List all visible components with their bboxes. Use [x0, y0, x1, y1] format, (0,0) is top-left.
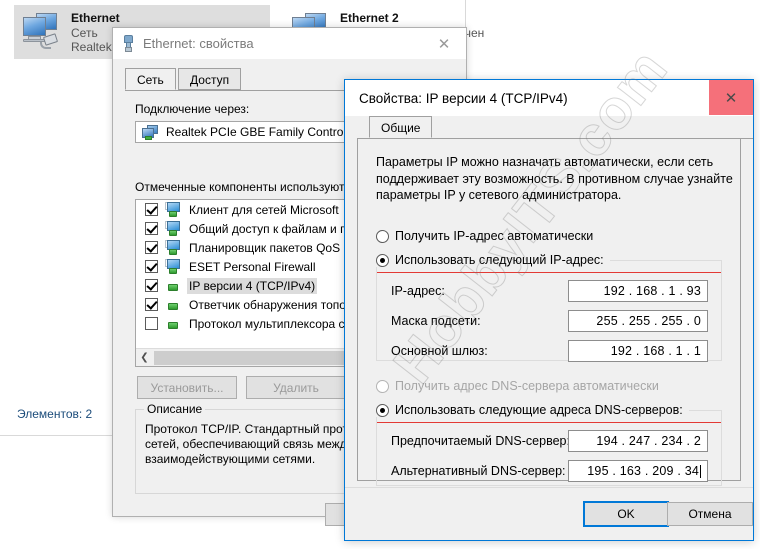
default-gateway-label: Основной шлюз: [391, 344, 488, 358]
preferred-dns-input[interactable]: 194 . 247 . 234 . 2 [568, 430, 708, 452]
items-count-status: Элементов: 2 [17, 407, 92, 421]
radio-indicator[interactable] [376, 254, 389, 267]
component-checkbox[interactable] [145, 260, 158, 273]
radio-obtain-dns-automatically[interactable]: Получить адрес DNS-сервера автоматически [376, 379, 659, 393]
ip-address-label: IP-адрес: [391, 284, 445, 298]
ip-section-highlight [377, 272, 721, 273]
adapter-icon [142, 125, 160, 140]
protocol-icon [165, 297, 182, 312]
network-client-icon [165, 202, 182, 217]
dns-section-highlight [377, 422, 721, 423]
radio-label: Использовать следующие адреса DNS-сервер… [395, 403, 683, 417]
component-checkbox[interactable] [145, 298, 158, 311]
firewall-icon [165, 259, 182, 274]
radio-indicator[interactable] [376, 230, 389, 243]
adapter-name-value: Realtek PCIe GBE Family Controller [166, 125, 359, 139]
ipv4-properties-dialog: Свойства: IP версии 4 (TCP/IPv4) ✕ Общие… [344, 79, 754, 541]
network-connection-icon [123, 35, 134, 52]
component-label: Клиент для сетей Microsoft [187, 202, 341, 218]
intro-line: поддерживает эту возможность. В противно… [376, 171, 733, 188]
component-label: ESET Personal Firewall [187, 259, 318, 275]
ethernet-dialog-title: Ethernet: свойства [143, 36, 254, 51]
adapter-name: Ethernet [71, 11, 248, 26]
component-label: Планировщик пакетов QoS [187, 240, 342, 256]
component-checkbox[interactable] [145, 279, 158, 292]
intro-line: Параметры IP можно назначать автоматичес… [376, 154, 733, 171]
component-checkbox[interactable] [145, 317, 158, 330]
close-icon[interactable]: ✕ [422, 28, 466, 59]
ok-button[interactable]: OK [583, 501, 669, 527]
adapter-name: Ethernet 2 [340, 11, 484, 26]
protocol-icon [165, 316, 182, 331]
radio-use-following-ip[interactable]: Использовать следующий IP-адрес: [376, 253, 610, 267]
install-button[interactable]: Установить... [137, 376, 237, 399]
subnet-mask-input[interactable]: 255 . 255 . 255 . 0 [568, 310, 708, 332]
tab-sharing[interactable]: Доступ [178, 68, 241, 90]
default-gateway-input[interactable]: 192 . 168 . 1 . 1 [568, 340, 708, 362]
protocol-icon [165, 278, 182, 293]
ip-address-input[interactable]: 192 . 168 . 1 . 93 [568, 280, 708, 302]
radio-use-following-dns[interactable]: Использовать следующие адреса DNS-сервер… [376, 403, 689, 417]
radio-label: Получить IP-адрес автоматически [395, 229, 593, 243]
uninstall-button[interactable]: Удалить [246, 376, 346, 399]
intro-line: параметры IP у сетевого администратора. [376, 187, 733, 204]
component-checkbox[interactable] [145, 241, 158, 254]
description-title: Описание [144, 402, 205, 416]
radio-obtain-ip-automatically[interactable]: Получить IP-адрес автоматически [376, 229, 593, 243]
alternate-dns-input[interactable]: 195 . 163 . 209 . 34 [568, 460, 708, 482]
component-label: IP версии 4 (TCP/IPv4) [187, 278, 317, 294]
ipv4-general-pane: Параметры IP можно назначать автоматичес… [357, 138, 741, 481]
network-adapter-icon [19, 10, 65, 52]
ipv4-dialog-title: Свойства: IP версии 4 (TCP/IPv4) [359, 91, 568, 106]
tab-general[interactable]: Общие [369, 116, 432, 138]
ethernet-dialog-titlebar[interactable]: Ethernet: свойства ✕ [113, 28, 466, 59]
tab-network[interactable]: Сеть [125, 68, 176, 90]
components-caption: Отмеченные компоненты используются эт [135, 180, 372, 194]
radio-indicator[interactable] [376, 404, 389, 417]
ipv4-dialog-content: Общие Параметры IP можно назначать автом… [345, 116, 753, 488]
subnet-mask-label: Маска подсети: [391, 314, 481, 328]
alternate-dns-label: Альтернативный DNS-сервер: [391, 464, 566, 478]
component-checkbox[interactable] [145, 203, 158, 216]
radio-label: Использовать следующий IP-адрес: [395, 253, 604, 267]
close-icon[interactable]: ✕ [709, 80, 753, 115]
file-print-sharing-icon [165, 221, 182, 236]
radio-label: Получить адрес DNS-сервера автоматически [395, 379, 659, 393]
cancel-button[interactable]: Отмена [667, 502, 753, 526]
ipv4-tabstrip: Общие [369, 116, 741, 139]
intro-text: Параметры IP можно назначать автоматичес… [376, 154, 733, 204]
ipv4-dialog-titlebar[interactable]: Свойства: IP версии 4 (TCP/IPv4) ✕ [345, 80, 753, 116]
preferred-dns-label: Предпочитаемый DNS-сервер: [391, 434, 570, 448]
scroll-left-icon[interactable]: ❮ [136, 350, 153, 366]
ipv4-dialog-footer: OK Отмена [345, 487, 753, 540]
component-checkbox[interactable] [145, 222, 158, 235]
connect-via-label: Подключение через: [135, 102, 249, 116]
radio-indicator[interactable] [376, 380, 389, 393]
qos-scheduler-icon [165, 240, 182, 255]
